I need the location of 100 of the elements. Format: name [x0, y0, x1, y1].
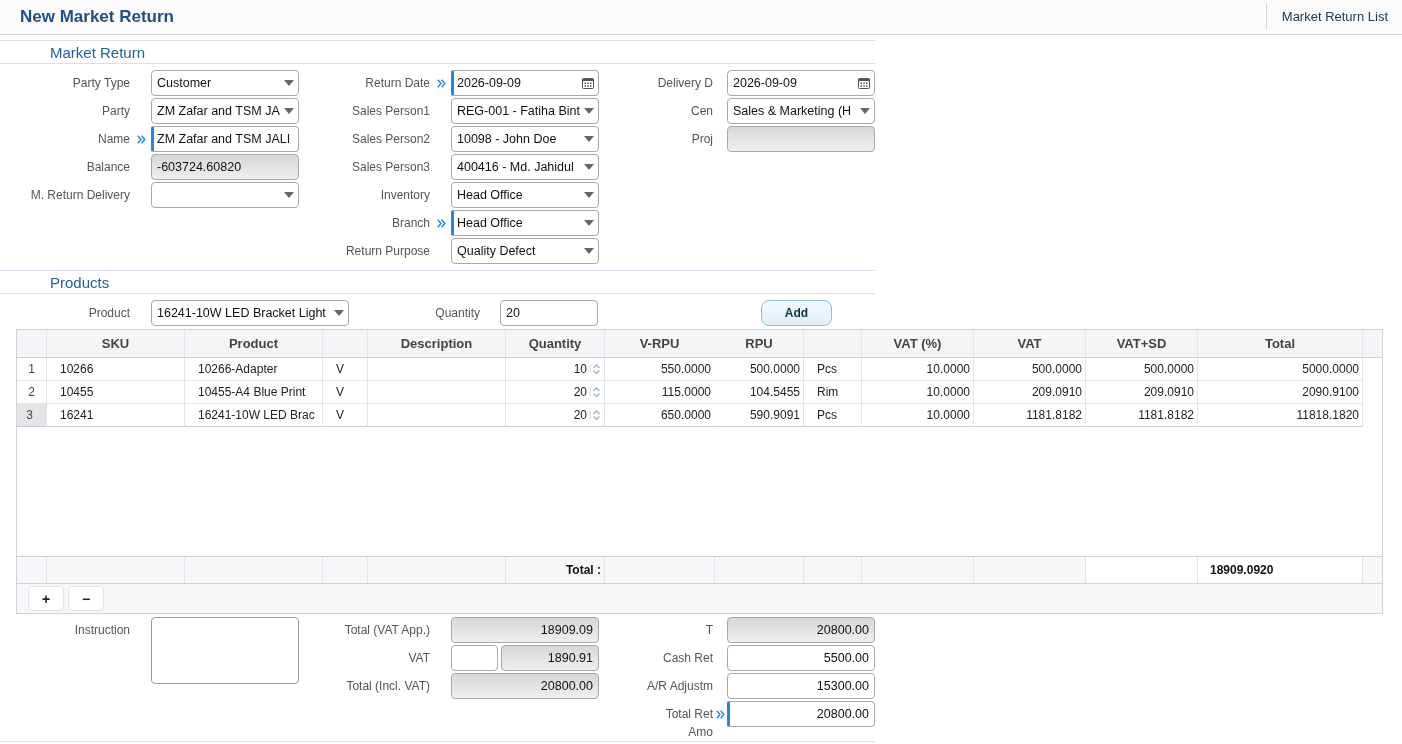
row-number[interactable]: 2 [17, 381, 47, 404]
table-cell: 2090.9100 [1198, 381, 1363, 404]
caret-down-icon [584, 164, 594, 170]
column-header[interactable]: Description [368, 330, 506, 357]
row-number[interactable]: 1 [17, 358, 47, 381]
field-label: Cash Ret [661, 650, 713, 667]
column-header[interactable]: Product [185, 330, 323, 357]
readonly-amount-field: 20800.00 [451, 673, 599, 699]
table-cell: 20 [573, 408, 587, 422]
table-cell: 10266-Adapter [185, 358, 323, 381]
field-label: Instruction [73, 622, 130, 639]
dropdown-field[interactable]: REG-001 - Fatiha Bint [451, 98, 599, 124]
column-header[interactable]: Quantity [506, 330, 605, 357]
dropdown-field[interactable]: 10098 - John Doe [451, 126, 599, 152]
table-cell: 500.0000 [715, 358, 804, 381]
spinner-icon[interactable] [589, 408, 601, 422]
dropdown-field[interactable]: 16241-10W LED Bracket Light [151, 300, 349, 326]
table-cell: 16241-10W LED Brac [185, 404, 323, 427]
dropdown-field[interactable]: Head Office [451, 182, 599, 208]
table-cell: V [323, 404, 368, 427]
remove-row-button[interactable]: − [68, 586, 104, 611]
column-header[interactable]: VAT+SD [1086, 330, 1198, 357]
text-field[interactable]: 20 [500, 300, 598, 326]
field-label: Sales Person1 [350, 103, 430, 120]
dropdown-field[interactable]: ZM Zafar and TSM JA [151, 98, 299, 124]
table-cell: Rim [804, 381, 862, 404]
table-cell: 500.0000 [1086, 358, 1198, 381]
table-cell: Pcs [804, 404, 862, 427]
table-cell: 209.0910 [974, 381, 1086, 404]
double-chevron-icon [437, 218, 446, 228]
dropdown-field[interactable]: Quality Defect [451, 238, 599, 264]
table-cell: 10455-A4 Blue Print [185, 381, 323, 404]
section-title: Products [50, 273, 110, 291]
table-cell: 20 [573, 385, 587, 399]
row-number[interactable]: 3 [17, 404, 47, 427]
amount-field[interactable]: 15300.00 [727, 673, 875, 699]
dropdown-field[interactable]: Sales & Marketing (H [727, 98, 875, 124]
column-header[interactable]: VAT (%) [862, 330, 974, 357]
caret-down-icon [584, 192, 594, 198]
table-cell: 10266 [47, 358, 185, 381]
field-label: Sales Person2 [350, 131, 430, 148]
table-cell: 5000.0000 [1198, 358, 1363, 381]
field-label: Total Ret Amo [664, 706, 713, 741]
field-label: T [704, 622, 713, 639]
date-field[interactable]: 2026-09-09 [451, 70, 599, 96]
caret-down-icon [584, 108, 594, 114]
field-label: Inventory [379, 187, 430, 204]
column-header[interactable]: SKU [47, 330, 185, 357]
readonly-amount-field: 1890.91 [501, 645, 599, 671]
caret-down-icon [334, 310, 344, 316]
page-title: New Market Return [20, 7, 174, 27]
column-header[interactable]: RPU [715, 330, 804, 357]
table-cell: 16241 [47, 404, 185, 427]
field-label: Branch [390, 215, 430, 232]
amount-field[interactable]: 5500.00 [727, 645, 875, 671]
text-field[interactable]: ZM Zafar and TSM JALI [151, 126, 299, 152]
table-cell: 1181.8182 [974, 404, 1086, 427]
section-title: Market Return [50, 43, 146, 61]
text-area[interactable] [151, 617, 299, 684]
spinner-icon[interactable] [589, 362, 601, 376]
dropdown-field[interactable]: Customer [151, 70, 299, 96]
market-return-list-link[interactable]: Market Return List [1265, 3, 1402, 30]
dropdown-field[interactable]: 400416 - Md. Jahidul [451, 154, 599, 180]
spinner-icon[interactable] [589, 385, 601, 399]
table-cell: 1181.8182 [1086, 404, 1198, 427]
caret-down-icon [284, 108, 294, 114]
calendar-icon[interactable] [858, 77, 870, 89]
add-row-button[interactable]: + [28, 586, 64, 611]
field-label: Party [101, 103, 130, 120]
add-button[interactable]: Add [761, 300, 832, 326]
field-label: VAT [407, 650, 430, 667]
table-cell: 10.0000 [862, 358, 974, 381]
double-chevron-icon [716, 709, 725, 719]
column-header[interactable]: V-RPU [605, 330, 715, 357]
field-label: Return Purpose [344, 243, 430, 260]
vat-rate-field[interactable] [451, 645, 498, 671]
caret-down-icon [584, 248, 594, 254]
caret-down-icon [860, 108, 870, 114]
column-header[interactable]: Total [1198, 330, 1363, 357]
caret-down-icon [584, 136, 594, 142]
field-label: Proj [690, 131, 713, 148]
column-header[interactable]: VAT [974, 330, 1086, 357]
amount-field[interactable]: 20800.00 [727, 701, 875, 727]
table-cell: 10.0000 [862, 404, 974, 427]
field-label: Quantity [434, 306, 480, 320]
date-field[interactable]: 2026-09-09 [727, 70, 875, 96]
field-label: Name [97, 131, 130, 148]
table-cell: 10 [573, 362, 587, 376]
field-label: Delivery D [656, 75, 713, 92]
table-cell: 10.0000 [862, 381, 974, 404]
caret-down-icon [584, 220, 594, 226]
table-cell: V [323, 381, 368, 404]
calendar-icon[interactable] [582, 77, 594, 89]
dropdown-field[interactable]: Head Office [451, 210, 599, 236]
readonly-amount-field: 18909.09 [451, 617, 599, 643]
field-label: Product [87, 306, 130, 320]
dropdown-field[interactable] [151, 182, 299, 208]
table-cell: 11818.1820 [1198, 404, 1363, 427]
field-label: Party Type [71, 75, 130, 92]
readonly-amount-field: 20800.00 [727, 617, 875, 643]
